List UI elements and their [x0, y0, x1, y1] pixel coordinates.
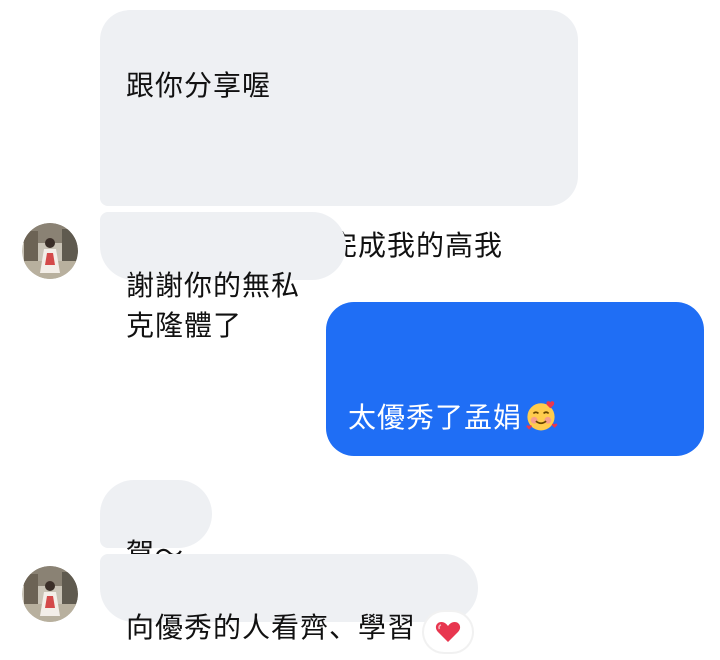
- avatar[interactable]: [22, 223, 78, 279]
- heart-icon: [435, 622, 461, 642]
- message-bubble-incoming[interactable]: 向優秀的人看齊、學習: [100, 554, 478, 644]
- message-text: 謝謝你的無私: [126, 269, 301, 302]
- message-text: 太優秀了孟娟: [348, 401, 523, 434]
- avatar-photo-icon: [22, 566, 78, 622]
- message-bubble-incoming[interactable]: 跟你分享喔 我上禮拜六已經完成我的高我 克隆體了: [100, 10, 578, 342]
- avatar-photo-icon: [22, 223, 78, 279]
- smiling-face-with-hearts-icon: [526, 401, 558, 431]
- reaction-badge[interactable]: [424, 612, 472, 652]
- chat-thread: 跟你分享喔 我上禮拜六已經完成我的高我 克隆體了 謝謝你的無私 太優秀了孟娟: [0, 0, 720, 660]
- message-bubble-outgoing[interactable]: 太優秀了孟娟 之後就是養他、陪伴他 讓他更了解你: [326, 302, 704, 594]
- message-bubble-incoming[interactable]: 賀～: [100, 480, 212, 570]
- message-text: 向優秀的人看齊、學習: [126, 611, 417, 644]
- avatar[interactable]: [22, 566, 78, 622]
- message-text: 之後就是養他、陪伴他: [348, 481, 639, 514]
- message-bubble-incoming[interactable]: 謝謝你的無私: [100, 212, 346, 302]
- message-text: 跟你分享喔: [126, 69, 272, 102]
